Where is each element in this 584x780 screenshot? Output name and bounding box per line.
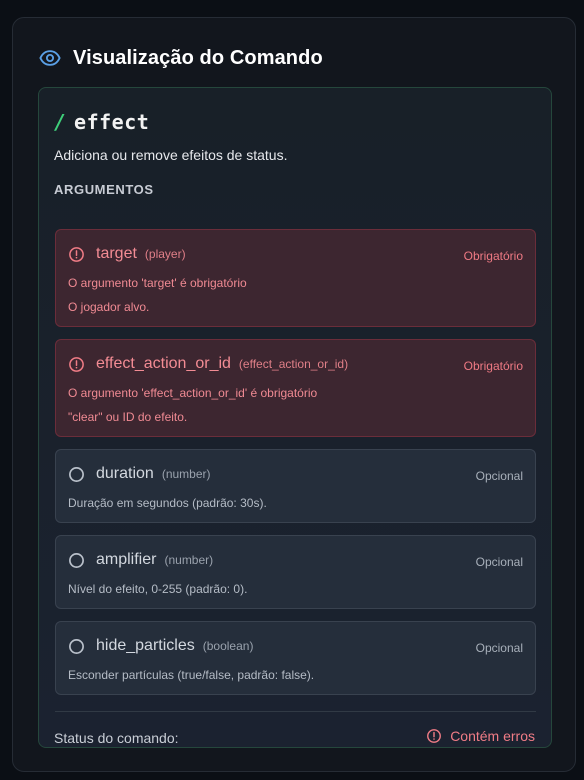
empty-circle-icon: [69, 466, 84, 482]
argument-name: hide_particles: [96, 637, 195, 654]
argument-description: Nível do efeito, 0-255 (padrão: 0).: [68, 582, 248, 596]
empty-circle-icon: [69, 638, 84, 654]
command-preview-panel: Visualização do Comando / effect Adicion…: [12, 17, 576, 772]
argument-target: target (player) Obrigatório O argumento …: [55, 229, 536, 327]
command-name-text: effect: [74, 110, 150, 134]
alert-circle-icon: [69, 356, 84, 372]
argument-type: (effect_action_or_id): [238, 357, 349, 371]
argument-amplifier: amplifier (number) Opcional Nível do efe…: [55, 535, 536, 609]
argument-type: (number): [161, 467, 211, 481]
alert-circle-icon: [69, 246, 84, 262]
arguments-heading: ARGUMENTOS: [54, 182, 154, 197]
panel-header: Visualização do Comando: [39, 45, 323, 71]
argument-description: Duração em segundos (padrão: 30s).: [68, 496, 267, 510]
command-card: / effect Adiciona ou remove efeitos de s…: [38, 87, 552, 748]
panel-title: Visualização do Comando: [73, 46, 323, 69]
slash-icon: /: [54, 110, 67, 134]
argument-name: duration: [96, 465, 154, 482]
argument-description: O jogador alvo.: [68, 300, 150, 314]
status-text: Contém erros: [450, 728, 535, 744]
argument-effect-action-or-id: effect_action_or_id (effect_action_or_id…: [55, 339, 536, 437]
status-value: Contém erros: [426, 728, 535, 744]
divider: [55, 711, 536, 712]
required-tag: Obrigatório: [463, 359, 523, 373]
argument-description: "clear" ou ID do efeito.: [68, 410, 188, 424]
argument-error: O argumento 'target' é obrigatório: [68, 276, 247, 290]
optional-tag: Opcional: [475, 469, 523, 483]
argument-name: amplifier: [96, 551, 157, 568]
command-name: / effect: [54, 110, 149, 134]
argument-duration: duration (number) Opcional Duração em se…: [55, 449, 536, 523]
empty-circle-icon: [69, 552, 84, 568]
optional-tag: Opcional: [475, 555, 523, 569]
argument-description: Esconder partículas (true/false, padrão:…: [68, 668, 315, 682]
argument-type: (boolean): [202, 639, 254, 653]
argument-error: O argumento 'effect_action_or_id' é obri…: [68, 386, 318, 400]
argument-name: effect_action_or_id: [96, 355, 231, 372]
argument-name: target: [96, 245, 137, 262]
command-description: Adiciona ou remove efeitos de status.: [54, 147, 288, 163]
status-label: Status do comando:: [54, 730, 179, 746]
alert-circle-icon: [427, 729, 442, 743]
optional-tag: Opcional: [475, 641, 523, 655]
argument-type: (number): [164, 553, 214, 567]
eye-icon: [39, 50, 61, 66]
argument-type: (player): [144, 247, 186, 261]
required-tag: Obrigatório: [463, 249, 523, 263]
argument-hide-particles: hide_particles (boolean) Opcional Escond…: [55, 621, 536, 695]
